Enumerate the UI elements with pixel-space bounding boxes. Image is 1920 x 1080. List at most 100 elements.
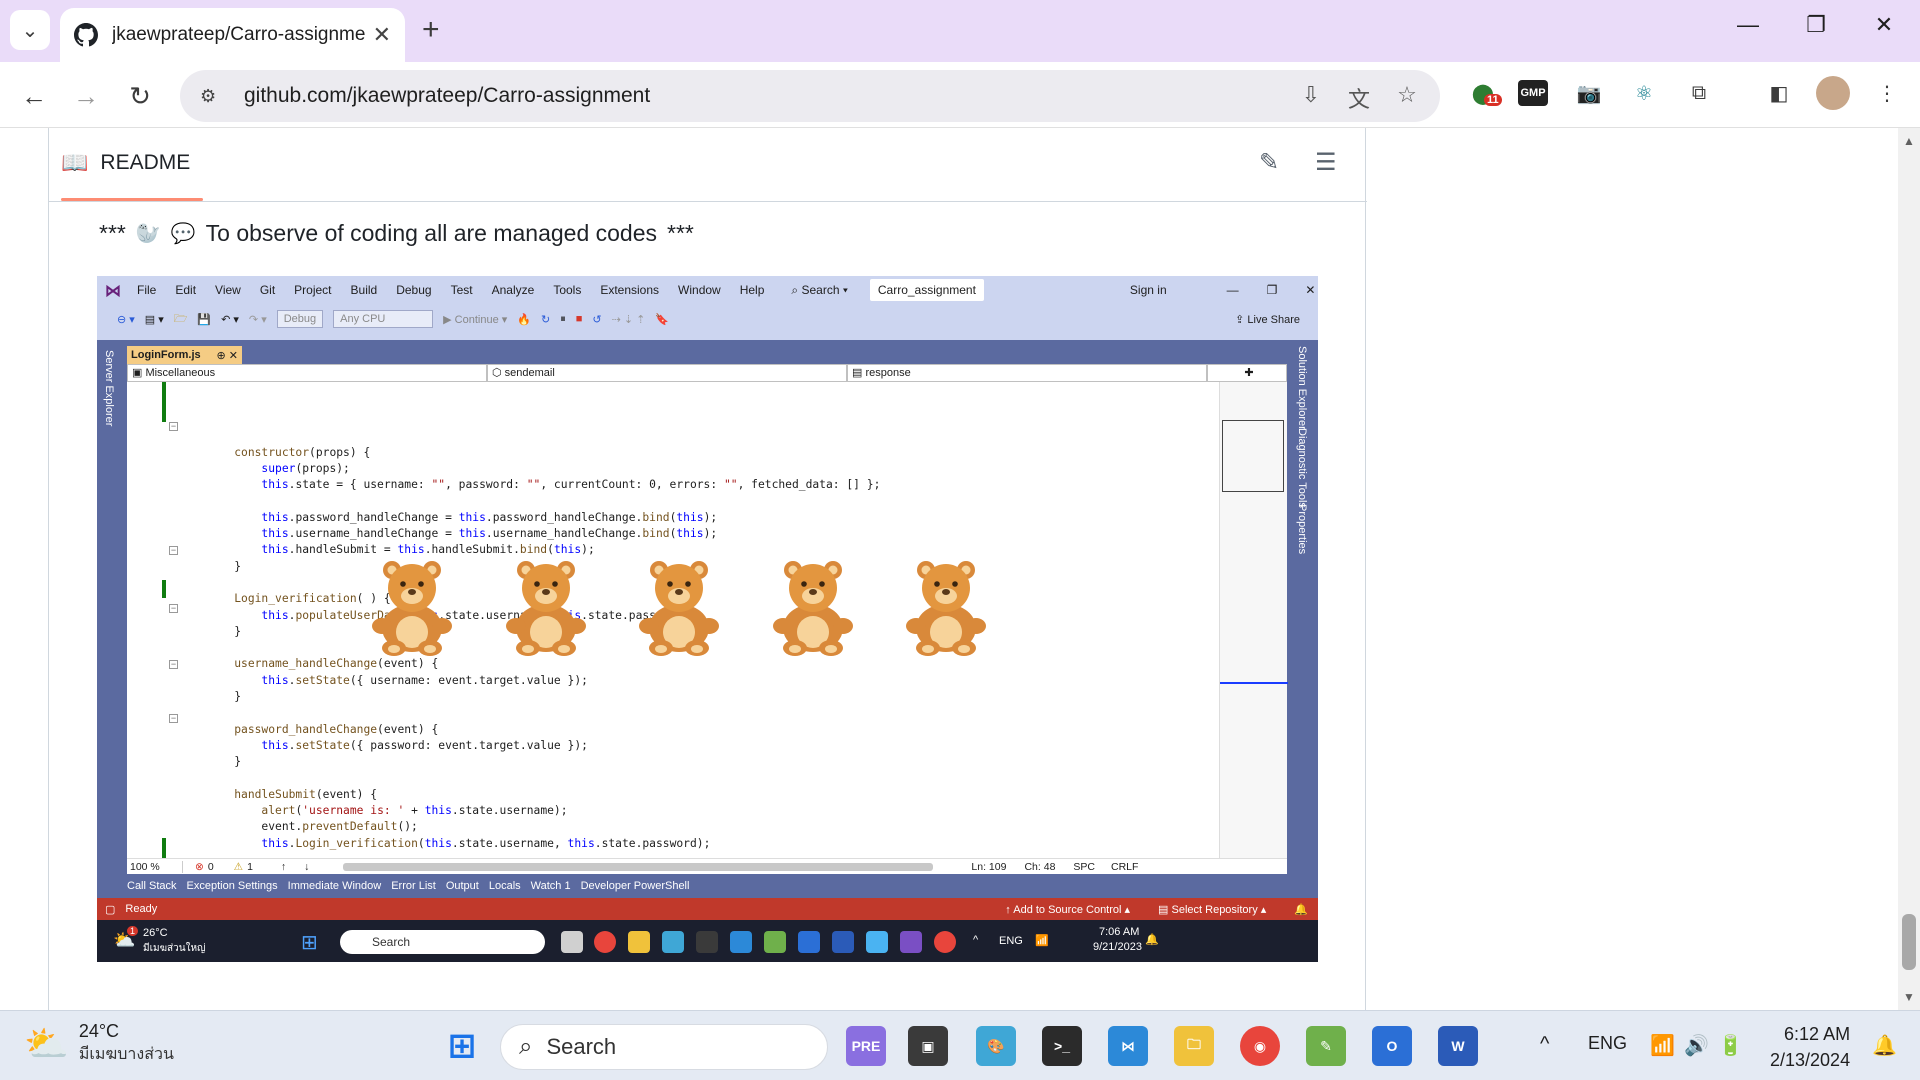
vs-undo-icon[interactable]: ↶ ▾ xyxy=(221,313,239,326)
vs-stop-icon[interactable]: ■ xyxy=(576,313,583,325)
reload-button[interactable]: ↻ xyxy=(120,76,160,116)
vs-menu-tools[interactable]: Tools xyxy=(553,283,581,297)
vs-bookmark-icon[interactable]: 🔖 xyxy=(655,313,669,326)
tab-developer-powershell[interactable]: Developer PowerShell xyxy=(581,880,690,892)
close-window-button[interactable]: ✕ xyxy=(1864,12,1904,38)
server-explorer-panel[interactable]: Server Explorer xyxy=(97,340,127,898)
code-minimap[interactable] xyxy=(1219,382,1288,858)
vs-menu-project[interactable]: Project xyxy=(294,283,331,297)
fold-toggle[interactable]: − xyxy=(169,660,178,669)
vs-redo-icon[interactable]: ↷ ▾ xyxy=(249,313,267,326)
inner-word-icon[interactable] xyxy=(832,931,854,953)
vs-restart-icon[interactable]: ↺ xyxy=(592,313,601,326)
outlook-new-icon[interactable]: O xyxy=(1372,1026,1412,1066)
inner-network-icon[interactable]: 📶 xyxy=(1035,934,1049,947)
browser-menu-icon[interactable]: ⋮ xyxy=(1870,76,1904,110)
extensions-puzzle-icon[interactable]: ⧉ xyxy=(1682,76,1716,110)
inner-vscode-icon[interactable] xyxy=(730,931,752,953)
extension-grammar-icon[interactable]: ⬤ 11 xyxy=(1466,76,1502,110)
tab-locals[interactable]: Locals xyxy=(489,880,521,892)
tab-search-button[interactable]: ⌄ xyxy=(10,10,50,50)
inner-lang[interactable]: ENG xyxy=(999,935,1023,947)
taskbar-search[interactable]: ⌕ Search xyxy=(500,1024,828,1070)
inner-notes-icon[interactable] xyxy=(866,931,888,953)
inner-tray-chevron-icon[interactable]: ^ xyxy=(973,934,978,946)
vs-live-share-button[interactable]: ⇪ Live Share xyxy=(1235,313,1300,326)
vs-continue-button[interactable]: ▶ Continue ▾ xyxy=(443,313,507,326)
horizontal-scrollbar[interactable] xyxy=(343,862,934,871)
doc-tab-close-icon[interactable]: ⊕ ✕ xyxy=(217,349,239,362)
vs-nav-back-icon[interactable]: ⊖ ▾ xyxy=(117,313,135,326)
fold-toggle[interactable]: − xyxy=(169,714,178,723)
extension-camera-icon[interactable]: 📷 xyxy=(1572,76,1606,110)
vs-refresh-icon[interactable]: ↻ xyxy=(541,313,550,326)
notification-bell-icon[interactable]: 🔔 xyxy=(1294,903,1308,916)
vs-platform-dropdown[interactable]: Any CPU xyxy=(333,310,434,328)
vscode-icon[interactable]: ⋈ xyxy=(1108,1026,1148,1066)
doc-tab-loginform[interactable]: LoginForm.js ⊕ ✕ xyxy=(127,346,242,364)
inner-search-box[interactable]: Search xyxy=(340,930,545,954)
vs-save-icon[interactable]: 💾 xyxy=(197,313,211,326)
copilot-pre-icon[interactable]: PRE xyxy=(846,1026,886,1066)
vs-menu-file[interactable]: File xyxy=(137,283,156,297)
page-scrollbar[interactable]: ▲ ▼ xyxy=(1898,128,1920,1010)
vs-search-button[interactable]: ⌕ Search ▾ xyxy=(791,283,847,298)
diagnostic-tools-tab[interactable]: Diagnostic Tools xyxy=(1296,428,1308,508)
scroll-up-icon[interactable]: ▲ xyxy=(1898,134,1920,148)
fold-toggle[interactable]: − xyxy=(169,604,178,613)
solution-explorer-tab[interactable]: Solution Explorer xyxy=(1296,346,1308,430)
paint-icon[interactable]: 🎨 xyxy=(976,1026,1016,1066)
vs-close-icon[interactable]: ✕ xyxy=(1305,283,1315,297)
vs-menu-build[interactable]: Build xyxy=(351,283,378,297)
taskbar-clock[interactable]: 6:12 AM 2/13/2024 xyxy=(1770,1021,1850,1073)
bookmark-star-icon[interactable]: ☆ xyxy=(1392,82,1422,108)
profile-avatar[interactable] xyxy=(1816,76,1850,110)
vs-menu-help[interactable]: Help xyxy=(740,283,765,297)
inner-paint-icon[interactable] xyxy=(662,931,684,953)
vs-menu-window[interactable]: Window xyxy=(678,283,721,297)
start-button-windows-icon[interactable]: ⊞ xyxy=(442,1026,482,1066)
new-tab-button[interactable]: + xyxy=(422,14,440,46)
inner-notification-icon[interactable]: 🔔 xyxy=(1145,933,1159,946)
vs-hot-reload-icon[interactable]: 🔥 xyxy=(517,313,531,326)
nav-field-dropdown[interactable]: ▤ response xyxy=(847,364,1207,382)
source-control-button[interactable]: ↑ Add to Source Control ▴ xyxy=(1005,903,1130,916)
wifi-icon[interactable]: 📶 xyxy=(1650,1033,1675,1058)
nav-up-icon[interactable]: ↑ xyxy=(281,861,286,873)
tab-call-stack[interactable]: Call Stack xyxy=(127,880,177,892)
notepad-plus-icon[interactable]: ✎ xyxy=(1306,1026,1346,1066)
file-explorer-icon[interactable]: 🗀 xyxy=(1174,1026,1214,1066)
tab-watch-1[interactable]: Watch 1 xyxy=(531,880,571,892)
address-bar[interactable]: ⚙ github.com/jkaewprateep/Carro-assignme… xyxy=(180,70,1440,122)
split-editor-icon[interactable]: ✚ xyxy=(1207,364,1287,382)
task-view-icon[interactable]: ▣ xyxy=(908,1026,948,1066)
tab-error-list[interactable]: Error List xyxy=(391,880,436,892)
vs-menu-extensions[interactable]: Extensions xyxy=(600,283,659,297)
inner-outlook-icon[interactable] xyxy=(798,931,820,953)
vs-menu-analyze[interactable]: Analyze xyxy=(492,283,535,297)
vs-config-dropdown[interactable]: Debug xyxy=(276,310,324,328)
chrome-icon[interactable]: ◉ xyxy=(1240,1026,1280,1066)
browser-tab[interactable]: jkaewprateep/Carro-assignment ✕ xyxy=(60,8,405,62)
vs-menu-view[interactable]: View xyxy=(215,283,241,297)
inner-explorer-icon[interactable] xyxy=(628,931,650,953)
site-info-icon[interactable]: ⚙ xyxy=(200,86,224,107)
inner-start-icon[interactable]: ⊞ xyxy=(301,930,318,955)
vs-menu-edit[interactable]: Edit xyxy=(175,283,196,297)
vs-sign-in[interactable]: Sign in xyxy=(1130,283,1167,297)
tab-exception-settings[interactable]: Exception Settings xyxy=(187,880,278,892)
weather-widget[interactable]: ⛅ 24°C มีเมฆบางส่วน xyxy=(24,1021,174,1067)
extension-gmp-icon[interactable]: GMP xyxy=(1518,80,1548,106)
warning-count[interactable]: 1 xyxy=(247,861,253,873)
vs-restore-icon[interactable]: ❐ xyxy=(1267,283,1278,297)
nav-scope-dropdown[interactable]: ▣ Miscellaneous xyxy=(127,364,487,382)
notification-bell-icon[interactable]: 🔔 xyxy=(1872,1033,1897,1058)
side-panel-icon[interactable]: ◧ xyxy=(1762,76,1796,110)
outline-list-icon[interactable]: ☰ xyxy=(1315,148,1337,177)
vs-step-icons[interactable]: ⇢ ⇣ ⇡ xyxy=(612,313,646,326)
select-repository-button[interactable]: ▤ Select Repository ▴ xyxy=(1158,903,1266,916)
minimize-button[interactable]: — xyxy=(1728,12,1768,38)
install-app-icon[interactable]: ⇩ xyxy=(1296,82,1326,108)
inner-terminal-icon[interactable] xyxy=(696,931,718,953)
vs-new-item-icon[interactable]: ▤ ▾ xyxy=(145,313,164,326)
